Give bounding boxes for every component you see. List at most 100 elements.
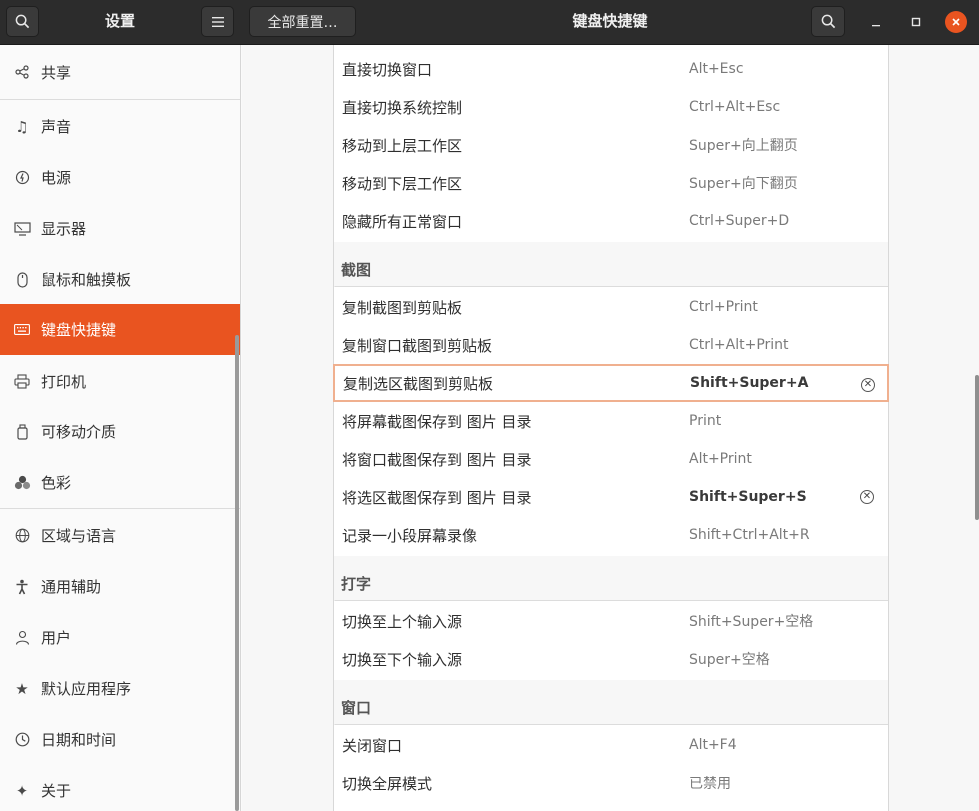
sidebar-item-label: 声音 xyxy=(41,118,72,136)
sidebar-item-printers[interactable]: 打印机 xyxy=(0,356,240,407)
sidebar-item-label: 用户 xyxy=(41,629,72,647)
divider xyxy=(0,99,240,100)
maximize-icon xyxy=(911,17,921,27)
shortcuts-main: 直接切换窗口 Alt+Esc 直接切换系统控制 Ctrl+Alt+Esc 移动到… xyxy=(242,45,979,811)
close-icon xyxy=(952,18,960,26)
shortcut-name: 将选区截图保存到 图片 目录 xyxy=(342,488,532,507)
main-scrollbar[interactable] xyxy=(975,375,979,520)
section-title: 截图 xyxy=(341,261,372,279)
shortcut-name: 将窗口截图保存到 图片 目录 xyxy=(342,450,532,469)
mouse-icon xyxy=(12,271,32,288)
sidebar-item-default-apps[interactable]: ★ 默认应用程序 xyxy=(0,663,240,714)
shortcut-name: 记录一小段屏幕录像 xyxy=(342,526,478,545)
share-icon xyxy=(12,65,32,79)
sidebar-item-sound[interactable]: ♫ 声音 xyxy=(0,101,240,152)
settings-title: 设置 xyxy=(104,12,135,30)
shortcut-row[interactable]: 将选区截图保存到 图片 目录 Shift+Super+S ✕ xyxy=(334,478,888,516)
maximize-button[interactable] xyxy=(905,11,927,33)
shortcut-name: 直接切换窗口 xyxy=(342,60,433,79)
sidebar-item-power[interactable]: 电源 xyxy=(0,152,240,203)
shortcut-row[interactable]: 关闭窗口 Alt+F4 xyxy=(334,726,888,764)
shortcut-key: Shift+Super+空格 xyxy=(689,614,814,630)
close-button[interactable] xyxy=(945,11,967,33)
sidebar-item-label: 显示器 xyxy=(41,220,87,238)
shortcut-row[interactable]: 复制窗口截图到剪贴板 Ctrl+Alt+Print xyxy=(334,326,888,364)
shortcut-key: Super+向上翻页 xyxy=(689,138,798,154)
shortcut-row[interactable]: 将窗口截图保存到 图片 目录 Alt+Print xyxy=(334,440,888,478)
minimize-button[interactable] xyxy=(865,11,887,33)
sidebar-item-about[interactable]: ✦ 关于 xyxy=(0,765,240,811)
shortcut-row[interactable]: 切换至下个输入源 Super+空格 xyxy=(334,640,888,678)
shortcut-name: 将屏幕截图保存到 图片 目录 xyxy=(342,412,532,431)
section-header-typing: 打字 xyxy=(334,556,888,601)
sidebar-item-label: 通用辅助 xyxy=(41,578,102,596)
sidebar-item-displays[interactable]: 显示器 xyxy=(0,203,240,254)
shortcut-key: Super+空格 xyxy=(689,652,770,668)
user-icon xyxy=(12,630,32,645)
section-header-screenshots: 截图 xyxy=(334,242,888,287)
shortcut-name: 隐藏所有正常窗口 xyxy=(342,212,463,231)
sidebar-search-button[interactable] xyxy=(6,6,39,37)
sidebar-item-label: 色彩 xyxy=(41,474,72,492)
shortcut-key: Shift+Ctrl+Alt+R xyxy=(689,527,810,543)
power-icon xyxy=(12,170,32,185)
shortcut-row[interactable]: 记录一小段屏幕录像 Shift+Ctrl+Alt+R xyxy=(334,516,888,554)
sidebar-item-accessibility[interactable]: 通用辅助 xyxy=(0,561,240,612)
sidebar-item-label: 鼠标和触摸板 xyxy=(41,271,132,289)
shortcut-name: 复制窗口截图到剪贴板 xyxy=(342,336,493,355)
shortcut-name: 移动到上层工作区 xyxy=(342,136,463,155)
shortcut-name: 切换全屏模式 xyxy=(342,774,433,793)
minimize-icon xyxy=(872,25,880,27)
sidebar-item-sharing[interactable]: 共享 xyxy=(0,49,240,95)
sidebar-item-date-time[interactable]: 日期和时间 xyxy=(0,714,240,765)
menu-button[interactable] xyxy=(201,6,234,37)
accessibility-icon xyxy=(12,579,32,595)
shortcut-key: Ctrl+Super+D xyxy=(689,213,790,229)
display-icon xyxy=(12,221,32,236)
shortcut-name: 复制选区截图到剪贴板 xyxy=(343,374,494,393)
keyboard-icon xyxy=(12,324,32,335)
removable-media-icon xyxy=(12,423,32,440)
sidebar-item-label: 区域与语言 xyxy=(41,527,117,545)
shortcut-key: Super+向下翻页 xyxy=(689,176,798,192)
sidebar-item-keyboard-shortcuts[interactable]: 键盘快捷键 xyxy=(0,304,240,355)
hamburger-menu-icon xyxy=(211,16,224,27)
shortcuts-list: 直接切换窗口 Alt+Esc 直接切换系统控制 Ctrl+Alt+Esc 移动到… xyxy=(333,45,889,811)
shortcut-row[interactable]: 直接切换系统控制 Ctrl+Alt+Esc xyxy=(334,88,888,126)
shortcut-row[interactable]: 隐藏所有正常窗口 Ctrl+Super+D xyxy=(334,202,888,240)
shortcut-row-selected[interactable]: 复制选区截图到剪贴板 Shift+Super+A ✕ xyxy=(333,364,889,402)
sidebar-item-label: 电源 xyxy=(41,169,72,187)
sidebar-item-label: 可移动介质 xyxy=(41,423,117,441)
shortcut-key: Ctrl+Alt+Esc xyxy=(689,99,781,115)
sidebar-item-label: 共享 xyxy=(41,63,72,82)
shortcut-row[interactable]: 移动到上层工作区 Super+向上翻页 xyxy=(334,126,888,164)
sparkle-icon: ✦ xyxy=(15,781,29,800)
shortcut-name: 切换至下个输入源 xyxy=(342,650,463,669)
reset-shortcut-icon[interactable]: ✕ xyxy=(861,378,875,392)
sidebar-item-users[interactable]: 用户 xyxy=(0,612,240,663)
shortcut-name: 直接切换系统控制 xyxy=(342,98,463,117)
shortcut-row[interactable]: 切换全屏模式 已禁用 xyxy=(334,764,888,802)
reset-all-button[interactable]: 全部重置… xyxy=(249,6,356,37)
shortcut-name: 关闭窗口 xyxy=(342,736,403,755)
shortcut-key: 已禁用 xyxy=(689,776,731,792)
shortcut-row[interactable]: 切换至上个输入源 Shift+Super+空格 xyxy=(334,602,888,640)
shortcut-row[interactable]: 直接切换窗口 Alt+Esc xyxy=(334,50,888,88)
search-icon xyxy=(15,14,30,29)
shortcut-key: Ctrl+Alt+Print xyxy=(689,337,789,353)
shortcut-row[interactable]: 复制截图到剪贴板 Ctrl+Print xyxy=(334,288,888,326)
sidebar-item-color[interactable]: 色彩 xyxy=(0,457,240,508)
sidebar-item-removable-media[interactable]: 可移动介质 xyxy=(0,406,240,457)
shortcut-key: Shift+Super+A xyxy=(690,375,809,391)
sidebar-item-label: 默认应用程序 xyxy=(41,680,132,698)
reset-shortcut-icon[interactable]: ✕ xyxy=(860,490,874,504)
page-title: 键盘快捷键 xyxy=(572,12,648,30)
sidebar-scrollbar[interactable] xyxy=(235,335,239,811)
sidebar-item-label: 打印机 xyxy=(41,373,87,391)
search-icon xyxy=(821,14,835,29)
shortcut-row[interactable]: 将屏幕截图保存到 图片 目录 Print xyxy=(334,402,888,440)
sidebar-item-region-language[interactable]: 区域与语言 xyxy=(0,510,240,561)
shortcut-row[interactable]: 移动到下层工作区 Super+向下翻页 xyxy=(334,164,888,202)
sidebar-item-mouse[interactable]: 鼠标和触摸板 xyxy=(0,254,240,305)
shortcut-search-button[interactable] xyxy=(811,6,845,37)
